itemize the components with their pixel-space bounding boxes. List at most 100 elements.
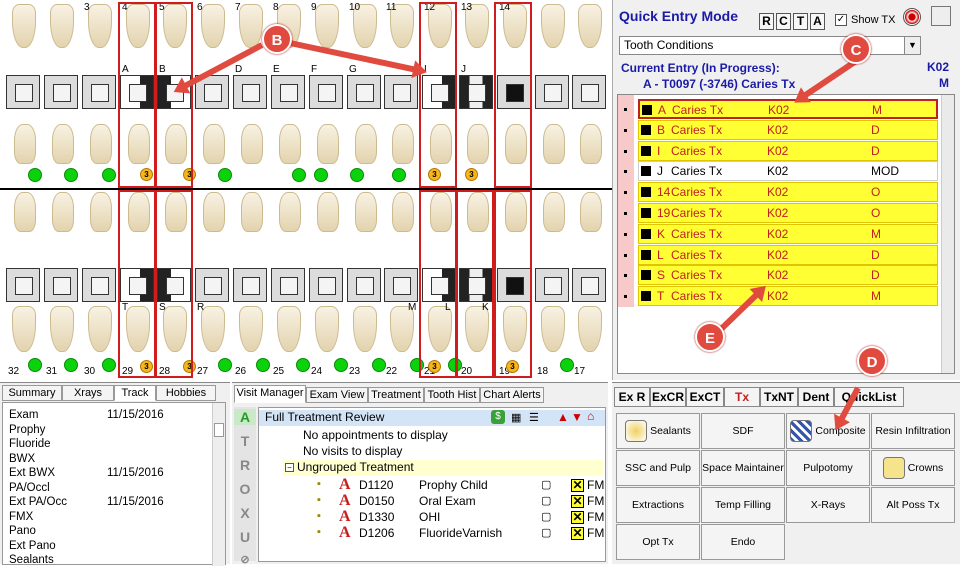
- upper-occlusal-surface[interactable]: [347, 75, 381, 109]
- tx-button-sdf[interactable]: SDF: [701, 413, 785, 449]
- lower-tooth-crown[interactable]: [543, 192, 565, 232]
- show-tx-checkbox[interactable]: ✓: [835, 14, 847, 26]
- note-icon[interactable]: ▢: [541, 478, 551, 491]
- tx-tab-quicklist[interactable]: QuickList: [834, 387, 904, 407]
- tx-button-composite[interactable]: Composite: [786, 413, 870, 449]
- green-status-dot[interactable]: [218, 358, 232, 372]
- lower-occlusal-surface[interactable]: [572, 268, 606, 302]
- entry-row[interactable]: B Caries Tx K02 D: [638, 119, 938, 140]
- lower-tooth-root[interactable]: [315, 306, 339, 352]
- upper-occlusal-surface[interactable]: [535, 75, 569, 109]
- tx-button-pulpotomy[interactable]: Pulpotomy: [786, 450, 870, 486]
- tx-tab-excr[interactable]: ExCR: [650, 387, 686, 407]
- tab-treatment[interactable]: Treatment: [368, 387, 424, 403]
- entry-row[interactable]: L Caries Tx K02 D: [638, 244, 938, 265]
- lower-occlusal-surface[interactable]: [535, 268, 569, 302]
- procedure-a-icon[interactable]: A: [339, 524, 351, 542]
- lower-tooth-root[interactable]: [239, 306, 263, 352]
- lower-occlusal-surface[interactable]: [44, 268, 78, 302]
- tab-xrays[interactable]: Xrays: [62, 385, 114, 401]
- lower-tooth-crown[interactable]: [90, 192, 112, 232]
- lower-occlusal-surface[interactable]: [309, 268, 343, 302]
- t-button[interactable]: T: [793, 13, 808, 30]
- tx-button-opt-tx[interactable]: Opt Tx: [616, 524, 700, 560]
- upper-occlusal-surface[interactable]: [271, 75, 305, 109]
- lower-tooth-crown[interactable]: [355, 192, 377, 232]
- upper-tooth-crown[interactable]: [52, 124, 74, 164]
- lower-occlusal-surface[interactable]: [195, 268, 229, 302]
- collapse-icon[interactable]: −: [285, 463, 294, 472]
- lower-tooth-crown[interactable]: [317, 192, 339, 232]
- upper-tooth-crown[interactable]: [392, 124, 414, 164]
- green-status-dot[interactable]: [292, 168, 306, 182]
- target-icon[interactable]: [903, 8, 921, 26]
- side-letter-x[interactable]: X: [234, 505, 256, 521]
- note-icon[interactable]: ▢: [541, 526, 551, 539]
- upper-occlusal-surface[interactable]: [572, 75, 606, 109]
- green-status-dot[interactable]: [314, 168, 328, 182]
- tx-tab-tx[interactable]: Tx: [724, 387, 760, 407]
- procedure-desc[interactable]: Oral Exam: [419, 494, 476, 508]
- upper-occlusal-surface[interactable]: [384, 75, 418, 109]
- green-status-dot[interactable]: [28, 168, 42, 182]
- green-status-dot[interactable]: [296, 358, 310, 372]
- lower-occlusal-surface[interactable]: [233, 268, 267, 302]
- entry-list-scrollbar[interactable]: [941, 95, 954, 373]
- lower-tooth-crown[interactable]: [203, 192, 225, 232]
- procedure-status-icon[interactable]: ✕: [571, 495, 584, 508]
- upper-occlusal-surface[interactable]: [233, 75, 267, 109]
- dollar-icon[interactable]: $: [491, 410, 505, 424]
- procedure-desc[interactable]: OHI: [419, 510, 440, 524]
- note-icon[interactable]: ▢: [541, 494, 551, 507]
- green-status-dot[interactable]: [102, 168, 116, 182]
- side-letter-a[interactable]: A: [234, 409, 256, 425]
- green-status-dot[interactable]: [392, 168, 406, 182]
- side-letter-u[interactable]: U: [234, 529, 256, 545]
- tx-button-resin-infiltration[interactable]: Resin Infiltration: [871, 413, 955, 449]
- entry-list[interactable]: A Caries Tx K02 M B Caries Tx K02 D I Caries Tx K0…: [617, 94, 955, 374]
- lower-tooth-root[interactable]: [353, 306, 377, 352]
- upper-tooth-root[interactable]: [201, 4, 225, 48]
- upper-tooth-root[interactable]: [88, 4, 112, 48]
- lower-occlusal-surface[interactable]: [271, 268, 305, 302]
- upper-occlusal-surface[interactable]: [44, 75, 78, 109]
- upper-tooth-crown[interactable]: [241, 124, 263, 164]
- procedure-status-icon[interactable]: ✕: [571, 511, 584, 524]
- full-treatment-review[interactable]: Full Treatment Review: [259, 410, 605, 426]
- procedure-code[interactable]: D1206: [359, 526, 394, 540]
- edit-note-icon[interactable]: [931, 6, 951, 26]
- procedure-status-icon[interactable]: ✕: [571, 527, 584, 540]
- side-letter-o[interactable]: O: [234, 481, 256, 497]
- list-icon[interactable]: ☰: [529, 411, 539, 424]
- lower-tooth-crown[interactable]: [580, 192, 602, 232]
- upper-tooth-root[interactable]: [50, 4, 74, 48]
- tx-button-alt-poss-tx[interactable]: Alt Poss Tx: [871, 487, 955, 523]
- upper-occlusal-surface[interactable]: [6, 75, 40, 109]
- upper-tooth-root[interactable]: [12, 4, 36, 48]
- green-status-dot[interactable]: [64, 358, 78, 372]
- entry-row[interactable]: A Caries Tx K02 M: [638, 99, 938, 119]
- upper-occlusal-surface[interactable]: [82, 75, 116, 109]
- note-icon[interactable]: ▢: [541, 510, 551, 523]
- side-letter-r[interactable]: R: [234, 457, 256, 473]
- upper-tooth-crown[interactable]: [279, 124, 301, 164]
- tx-tab-dent[interactable]: Dent: [798, 387, 834, 407]
- upper-tooth-crown[interactable]: [543, 124, 565, 164]
- a-button[interactable]: A: [810, 13, 825, 30]
- lower-tooth-root[interactable]: [50, 306, 74, 352]
- upper-occlusal-surface[interactable]: [309, 75, 343, 109]
- tx-button-x-rays[interactable]: X-Rays: [786, 487, 870, 523]
- lower-tooth-crown[interactable]: [279, 192, 301, 232]
- tx-button-sealants[interactable]: Sealants: [616, 413, 700, 449]
- lower-occlusal-surface[interactable]: [384, 268, 418, 302]
- link-icon[interactable]: ⊘: [234, 553, 256, 566]
- entry-row[interactable]: I Caries Tx K02 D: [638, 140, 938, 161]
- green-status-dot[interactable]: [218, 168, 232, 182]
- tab-exam-view[interactable]: Exam View: [306, 387, 368, 403]
- tx-button-temp-filling[interactable]: Temp Filling: [701, 487, 785, 523]
- green-status-dot[interactable]: [372, 358, 386, 372]
- visit-tree[interactable]: Full Treatment Review $ ▦ ☰ ▲ ▼ ⌂ No app…: [258, 407, 606, 562]
- caries-badge[interactable]: 3: [465, 168, 478, 181]
- procedure-code[interactable]: D1120: [359, 478, 393, 492]
- entry-row[interactable]: 19 Caries Tx K02 O: [638, 203, 938, 223]
